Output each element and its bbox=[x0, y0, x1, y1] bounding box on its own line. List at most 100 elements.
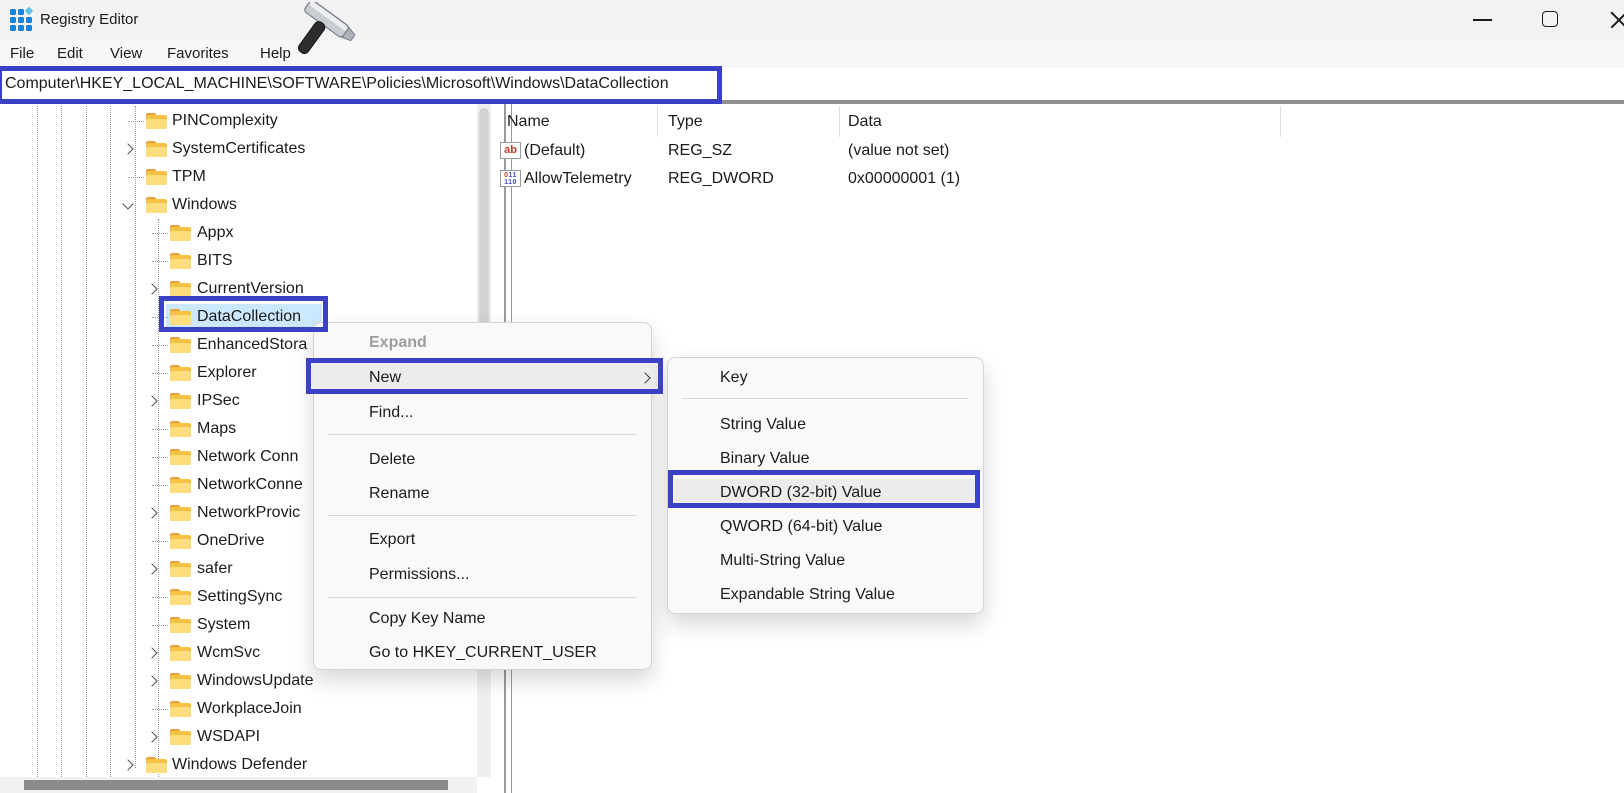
tree-item-tpm[interactable]: TPM bbox=[0, 163, 477, 191]
tree-item-label: SystemCertificates bbox=[172, 135, 305, 163]
chevron-right-icon[interactable] bbox=[122, 143, 133, 154]
menu-separator bbox=[328, 515, 637, 516]
chevron-right-icon[interactable] bbox=[146, 395, 157, 406]
chevron-right-icon[interactable] bbox=[146, 563, 157, 574]
app-icon-square bbox=[10, 17, 16, 23]
menu-bar: File Edit View Favorites Help bbox=[0, 40, 1624, 68]
folder-icon bbox=[146, 141, 167, 158]
annotation-box-dword bbox=[668, 470, 980, 508]
chevron-right-icon[interactable] bbox=[146, 507, 157, 518]
column-separator[interactable] bbox=[657, 106, 658, 137]
folder-icon-front bbox=[170, 567, 191, 577]
column-header-type[interactable]: Type bbox=[668, 106, 703, 137]
tree-item-label: safer bbox=[197, 555, 233, 583]
menu-item-find-[interactable]: Find... bbox=[369, 396, 413, 430]
tree-connector-line bbox=[152, 233, 168, 234]
tree-item-label: Explorer bbox=[197, 359, 257, 387]
tree-item-label: WindowsUpdate bbox=[197, 667, 314, 695]
annotation-box-address bbox=[0, 66, 722, 104]
menubar-item-favorites[interactable]: Favorites bbox=[167, 40, 229, 68]
hammer-cursor-icon bbox=[296, 2, 366, 70]
folder-icon bbox=[170, 701, 191, 718]
tree-item-label: Windows Defender bbox=[172, 751, 307, 779]
tree-connector-line bbox=[128, 121, 144, 122]
chevron-right-icon[interactable] bbox=[146, 283, 157, 294]
menu-item-expand: Expand bbox=[369, 326, 427, 360]
folder-icon-front bbox=[170, 343, 191, 353]
tree-connector-line bbox=[152, 345, 168, 346]
tree-item-windowsupdate[interactable]: WindowsUpdate bbox=[0, 667, 477, 695]
app-icon-square bbox=[18, 17, 24, 23]
menu-item-permissions-[interactable]: Permissions... bbox=[369, 558, 469, 592]
folder-icon bbox=[170, 477, 191, 494]
close-button[interactable] bbox=[1598, 0, 1624, 40]
value-row-default-name[interactable]: (Default) bbox=[524, 137, 585, 165]
app-icon-diamond bbox=[25, 7, 33, 15]
folder-icon-front bbox=[170, 427, 191, 437]
menu-item-delete[interactable]: Delete bbox=[369, 443, 415, 477]
menu-item-copy-key-name[interactable]: Copy Key Name bbox=[369, 602, 486, 636]
folder-icon-front bbox=[170, 399, 191, 409]
folder-icon-front bbox=[146, 147, 167, 157]
menu-item-expandable-string-value[interactable]: Expandable String Value bbox=[720, 578, 895, 612]
menu-item-string-value[interactable]: String Value bbox=[720, 408, 806, 442]
column-separator[interactable] bbox=[1280, 106, 1281, 137]
tree-connector-line bbox=[152, 625, 168, 626]
tree-item-label: Network Conn bbox=[197, 443, 298, 471]
maximize-icon bbox=[1542, 11, 1558, 27]
folder-icon bbox=[170, 337, 191, 354]
tree-item-pincomplexity[interactable]: PINComplexity bbox=[0, 107, 477, 135]
tree-item-label: Appx bbox=[197, 219, 233, 247]
folder-icon bbox=[170, 505, 191, 522]
tree-item-workplacejoin[interactable]: WorkplaceJoin bbox=[0, 695, 477, 723]
folder-icon-front bbox=[170, 483, 191, 493]
tree-item-label: System bbox=[197, 611, 250, 639]
tree-item-appx[interactable]: Appx bbox=[0, 219, 477, 247]
column-header-name[interactable]: Name bbox=[507, 106, 550, 137]
menu-separator bbox=[682, 398, 969, 399]
menu-item-qword-64-bit-value[interactable]: QWORD (64-bit) Value bbox=[720, 510, 882, 544]
menubar-item-file[interactable]: File bbox=[10, 40, 34, 68]
tree-item-label: NetworkProvic bbox=[197, 499, 300, 527]
menubar-item-view[interactable]: View bbox=[110, 40, 142, 68]
folder-icon-front bbox=[170, 539, 191, 549]
horizontal-scrollbar-thumb[interactable] bbox=[24, 780, 448, 790]
tree-item-label: Windows bbox=[172, 191, 237, 219]
value-row-allowtelemetry-data: 0x00000001 (1) bbox=[848, 165, 960, 193]
annotation-box-datacollection bbox=[159, 296, 328, 332]
tree-item-label: WorkplaceJoin bbox=[197, 695, 302, 723]
menubar-item-edit[interactable]: Edit bbox=[57, 40, 83, 68]
app-icon-square bbox=[26, 17, 32, 23]
tree-item-wsdapi[interactable]: WSDAPI bbox=[0, 723, 477, 751]
tree-item-windows-defender[interactable]: Windows Defender bbox=[0, 751, 477, 779]
folder-icon bbox=[170, 673, 191, 690]
folder-icon bbox=[146, 169, 167, 186]
menu-separator bbox=[328, 434, 637, 435]
chevron-right-icon[interactable] bbox=[146, 647, 157, 658]
tree-horizontal-scrollbar[interactable] bbox=[0, 777, 477, 793]
tree-item-windows[interactable]: Windows bbox=[0, 191, 477, 219]
chevron-right-icon[interactable] bbox=[122, 759, 133, 770]
minimize-button[interactable] bbox=[1462, 0, 1502, 40]
menu-item-go-to-hkey-current-user[interactable]: Go to HKEY_CURRENT_USER bbox=[369, 636, 597, 670]
tree-item-label: WSDAPI bbox=[197, 723, 260, 751]
menubar-item-help[interactable]: Help bbox=[260, 40, 291, 68]
column-separator[interactable] bbox=[839, 106, 840, 137]
maximize-button[interactable] bbox=[1530, 0, 1570, 40]
menu-item-multi-string-value[interactable]: Multi-String Value bbox=[720, 544, 845, 578]
menu-item-key[interactable]: Key bbox=[720, 361, 748, 395]
chevron-right-icon[interactable] bbox=[146, 731, 157, 742]
menu-item-rename[interactable]: Rename bbox=[369, 477, 429, 511]
chevron-down-icon[interactable] bbox=[122, 198, 133, 209]
tree-item-label: PINComplexity bbox=[172, 107, 278, 135]
value-row-allowtelemetry-name[interactable]: AllowTelemetry bbox=[524, 165, 632, 193]
folder-icon bbox=[170, 225, 191, 242]
tree-item-label: BITS bbox=[197, 247, 233, 275]
chevron-right-icon[interactable] bbox=[146, 675, 157, 686]
tree-item-label: EnhancedStora bbox=[197, 331, 307, 359]
column-header-data[interactable]: Data bbox=[848, 106, 882, 137]
folder-icon bbox=[146, 197, 167, 214]
menu-item-export[interactable]: Export bbox=[369, 523, 415, 557]
tree-item-systemcertificates[interactable]: SystemCertificates bbox=[0, 135, 477, 163]
tree-item-bits[interactable]: BITS bbox=[0, 247, 477, 275]
